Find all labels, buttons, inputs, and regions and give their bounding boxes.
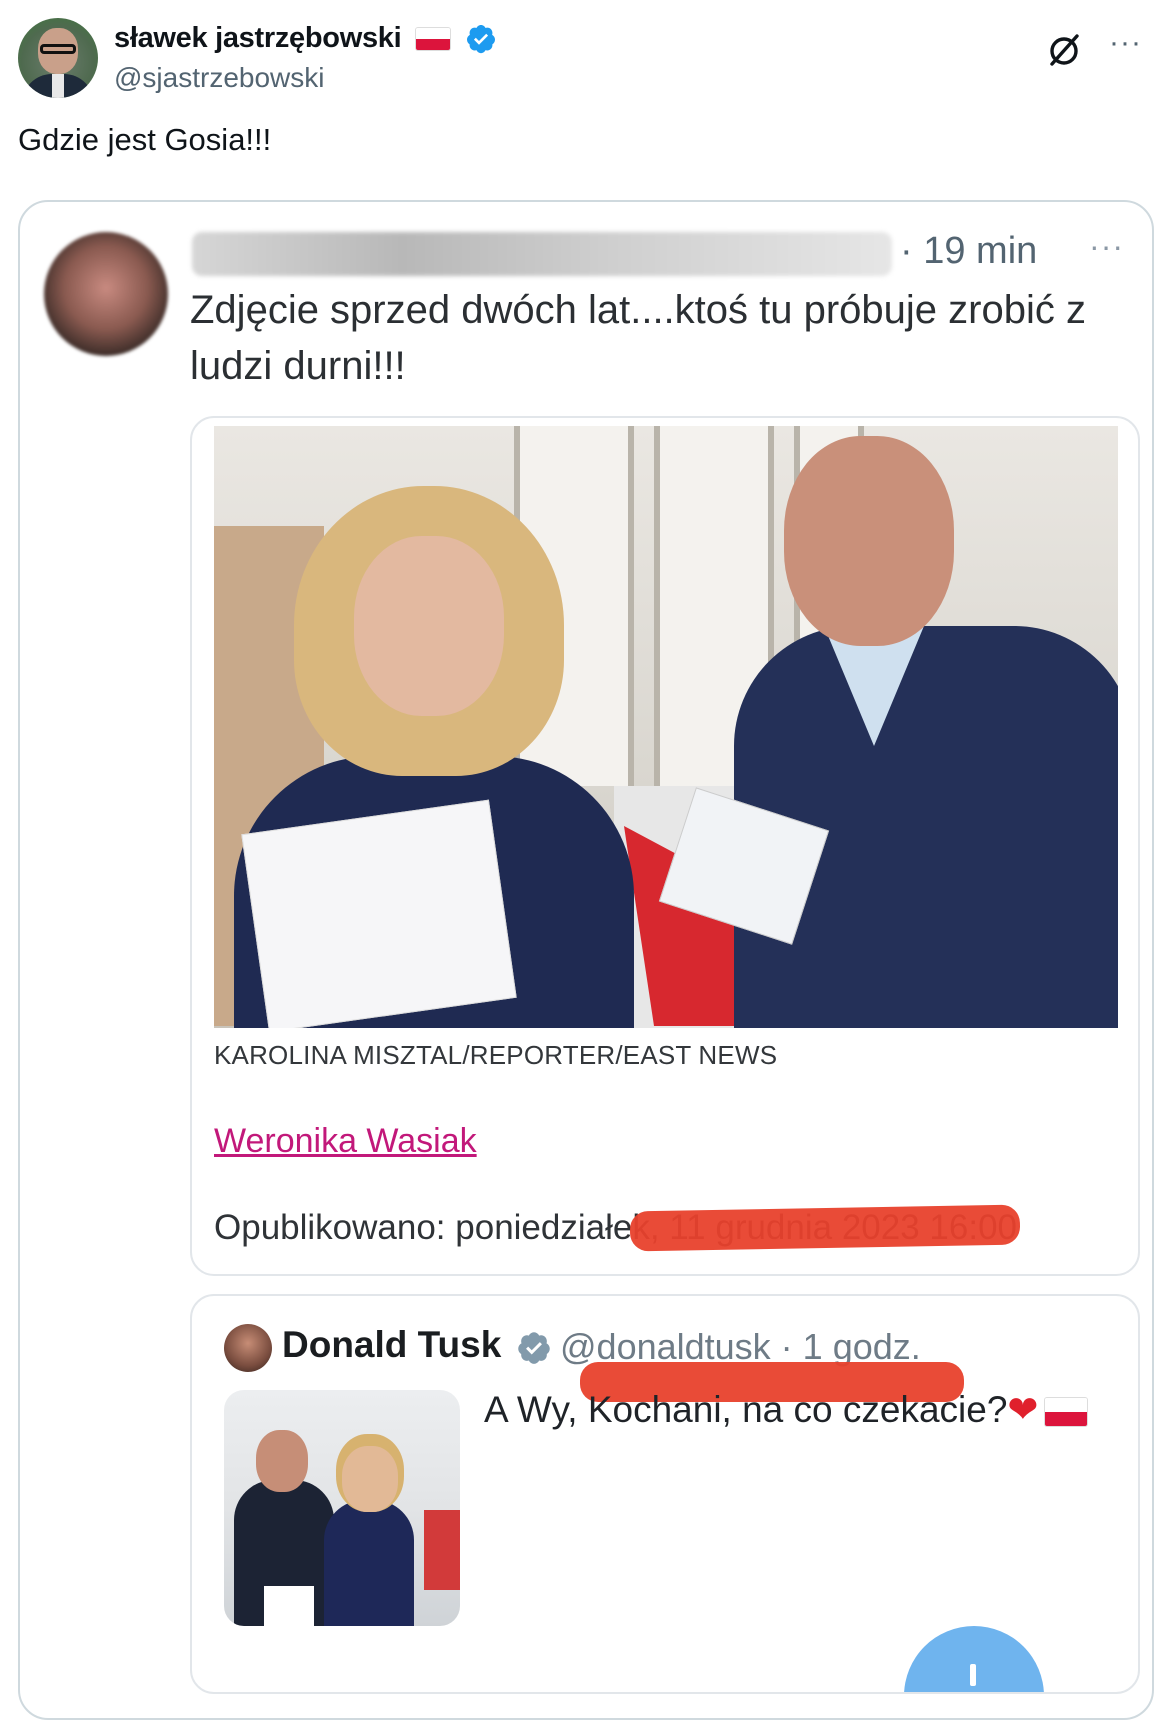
poland-flag-icon: [1044, 1397, 1089, 1428]
article-author-link: Weronika Wasiak: [214, 1122, 477, 1160]
photo-man-face: [784, 436, 954, 646]
photo-man-face: [256, 1430, 308, 1492]
photo-woman-face: [342, 1446, 398, 1512]
compose-button-partial: [904, 1626, 1044, 1692]
quoted-author-name: Donald Tusk: [282, 1324, 502, 1365]
inner-post-text: Zdjęcie sprzed dwóch lat....ktoś tu prób…: [190, 288, 1086, 388]
inner-post-time: · 19 min: [900, 230, 1038, 272]
poland-flag-icon: [415, 27, 452, 52]
photo-ballot-paper: [264, 1586, 314, 1626]
verified-gray-badge-icon: [518, 1332, 550, 1364]
quoted-post-photo: [224, 1390, 460, 1626]
post-header: sławek jastrzębowski @sjastrzebowski ···: [18, 18, 1146, 98]
author-name-row[interactable]: sławek jastrzębowski: [114, 22, 497, 55]
inner-author-name-blurred: [192, 232, 892, 276]
photo-credit: KAROLINA MISZTAL/REPORTER/EAST NEWS: [214, 1040, 778, 1070]
inner-author-avatar-blurred: [44, 232, 168, 356]
more-options-icon[interactable]: ···: [1109, 26, 1142, 60]
photo-ballot-papers: [241, 799, 517, 1028]
heart-icon: ❤: [1007, 1389, 1039, 1430]
quoted-post-text-block: A Wy, Kochani, na co czekacie?❤: [484, 1386, 1104, 1434]
photo-woman-face: [354, 536, 504, 716]
author-display-name[interactable]: sławek jastrzębowski: [114, 22, 402, 54]
grok-icon[interactable]: [1044, 30, 1084, 70]
post-text: Gdzie jest Gosia!!!: [18, 122, 272, 157]
author-handle[interactable]: @sjastrzebowski: [114, 62, 324, 94]
author-avatar[interactable]: [18, 18, 98, 98]
quoted-author-avatar: [224, 1324, 272, 1372]
avatar-glasses: [40, 44, 76, 54]
avatar-shirt: [52, 74, 64, 98]
verified-badge-icon[interactable]: [465, 23, 497, 55]
quoted-post-card: Donald Tusk @donaldtusk · 1 godz. A Wy, …: [190, 1294, 1140, 1694]
inner-more-icon: ···: [1089, 228, 1124, 264]
red-highlight-mark: [629, 1204, 1021, 1252]
post-media-image[interactable]: · 19 min ··· Zdjęcie sprzed dwóch lat...…: [18, 200, 1154, 1720]
article-photo: [214, 426, 1118, 1028]
photo-woman: [324, 1500, 414, 1626]
quoted-post-text: A Wy, Kochani, na co czekacie?: [484, 1389, 1008, 1430]
photo-red-panel: [424, 1510, 460, 1590]
article-card: KAROLINA MISZTAL/REPORTER/EAST NEWS Wero…: [190, 416, 1140, 1276]
